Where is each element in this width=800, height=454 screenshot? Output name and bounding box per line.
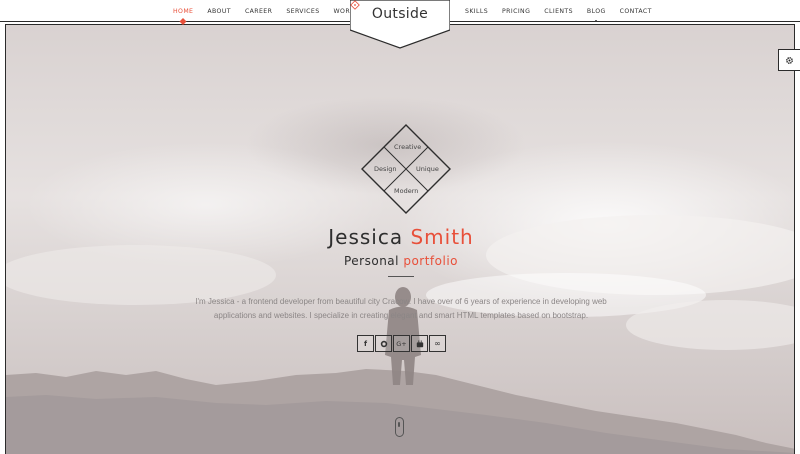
nav-left-group: HOME ABOUT CAREER SERVICES WORKS	[166, 0, 366, 22]
facebook-link[interactable]: f	[357, 335, 374, 352]
scroll-down-indicator[interactable]	[395, 417, 404, 437]
nav-career[interactable]: CAREER	[245, 8, 272, 15]
nav-clients[interactable]: CLIENTS	[544, 8, 573, 15]
hero-subtitle-accent: portfolio	[403, 254, 459, 268]
logo-text: Outside	[371, 6, 429, 22]
emblem-diamond-shape	[361, 124, 451, 214]
hero-name: Jessica Smith	[6, 225, 794, 249]
google-plus-link[interactable]: G+	[393, 335, 410, 352]
emblem-word-bottom: Modern	[394, 187, 419, 195]
nav-pricing[interactable]: PRICING	[502, 8, 530, 15]
social-links: f G+ ∞	[357, 335, 447, 352]
settings-button[interactable]	[778, 49, 800, 71]
hero-last-name: Smith	[410, 225, 474, 249]
logo-tab[interactable]: Outside	[350, 0, 450, 50]
emblem-word-top: Creative	[394, 143, 422, 151]
youtube-icon	[416, 339, 423, 347]
emblem-word-left: Design	[374, 165, 397, 173]
nav-about[interactable]: ABOUT	[207, 8, 231, 15]
gear-icon	[786, 56, 793, 64]
nav-blog[interactable]: BLOG	[587, 8, 606, 15]
nav-right-group: SKILLS PRICING CLIENTS BLOG CONTACT	[458, 0, 659, 22]
nav-services[interactable]: SERVICES	[286, 8, 319, 15]
tagline-emblem: Creative Design Unique Modern	[356, 119, 456, 219]
hero-intro-text: I'm Jessica - a frontend developer from …	[195, 297, 607, 320]
nav-contact[interactable]: CONTACT	[620, 8, 652, 15]
hero-subtitle: Personal portfolio	[6, 254, 794, 268]
emblem-word-right: Unique	[416, 165, 439, 173]
hero-divider	[388, 276, 414, 277]
nav-skills[interactable]: SKILLS	[465, 8, 488, 15]
github-icon	[380, 340, 387, 347]
github-link[interactable]	[375, 335, 392, 352]
lastfm-icon: ∞	[434, 339, 441, 348]
google-plus-icon: G+	[396, 339, 407, 348]
hero-first-name: Jessica	[328, 225, 404, 249]
hero-subtitle-main: Personal	[343, 254, 399, 268]
youtube-link[interactable]	[411, 335, 428, 352]
lastfm-link[interactable]: ∞	[429, 335, 446, 352]
hero-section: Creative Design Unique Modern Jessica Sm…	[5, 24, 795, 454]
facebook-icon: f	[363, 339, 368, 348]
nav-home[interactable]: HOME	[173, 8, 193, 15]
logo-diamond-icon	[350, 0, 360, 10]
